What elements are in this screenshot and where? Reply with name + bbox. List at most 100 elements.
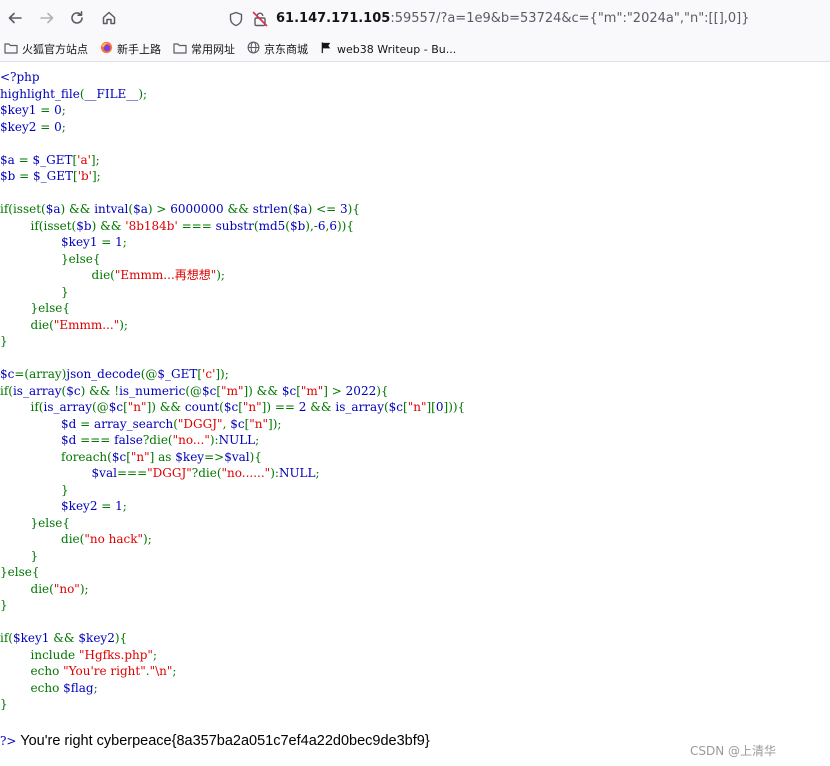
code-token: );	[119, 317, 128, 332]
code-token: =	[101, 499, 116, 513]
code-token: $c	[202, 383, 217, 398]
reload-icon	[69, 10, 85, 26]
code-token: }else{	[0, 301, 70, 315]
code-token: "DGGJ"	[177, 416, 223, 431]
code-line: $key1 = 0;	[0, 102, 830, 119]
code-token: json_decode	[66, 367, 141, 381]
code-token: die(	[0, 532, 85, 546]
bookmark-firefox-official[interactable]: 火狐官方站点	[4, 41, 88, 57]
code-line: echo $flag;	[0, 680, 830, 697]
code-token: )){	[336, 218, 354, 233]
bookmark-jd-mall[interactable]: 京东商城	[247, 41, 308, 57]
code-token: $a	[45, 202, 61, 216]
code-token: $c	[388, 400, 404, 414]
code-token: is_array	[12, 383, 62, 398]
php-source-code: <?php highlight_file(__FILE__); $key1 = 0;…	[0, 69, 830, 713]
code-line: foreach($c["n"] as $key=>$val){	[0, 449, 830, 466]
code-line: $d === false?die("no..."):NULL;	[0, 432, 830, 449]
code-token: ] >	[323, 383, 346, 398]
bookmark-getting-started[interactable]: 新手上路	[100, 41, 161, 57]
code-token: ){	[249, 449, 262, 464]
code-token: ===	[80, 433, 115, 447]
code-token: $b	[76, 218, 92, 233]
code-token: ;	[61, 103, 66, 117]
code-token: intval	[94, 202, 129, 216]
code-token: is_numeric	[119, 383, 186, 398]
code-token: ){	[114, 631, 128, 645]
code-token: 3	[340, 202, 348, 216]
back-button[interactable]	[2, 5, 28, 31]
code-token: 0	[435, 400, 444, 414]
code-token: (@	[140, 367, 158, 381]
forward-button[interactable]	[34, 5, 60, 31]
code-token: ] as	[149, 449, 176, 464]
code-token: 6	[329, 218, 337, 233]
code-line: }else{	[0, 300, 830, 317]
bookmark-common-sites[interactable]: 常用网址	[173, 41, 235, 57]
code-token: $c	[111, 449, 127, 464]
code-token: );	[138, 86, 148, 101]
code-token: }else{	[0, 251, 101, 266]
code-line: $d = array_search("DGGJ", $c["n"]);	[0, 416, 830, 433]
home-icon	[101, 10, 117, 26]
code-line: }else{	[0, 251, 830, 268]
code-token: $a	[133, 202, 148, 216]
code-token: ?die(	[142, 433, 173, 447]
code-token: =	[101, 235, 116, 249]
page-output: ?> You're right cyberpeace{8a357ba2a051c…	[0, 733, 430, 749]
code-token: ;	[315, 466, 320, 480]
code-token: "\n"	[149, 664, 173, 678]
code-token: if(	[0, 631, 13, 645]
code-token: "m"	[300, 383, 324, 398]
code-token: substr	[215, 218, 254, 233]
code-token: ;	[255, 433, 260, 447]
code-token: die(	[0, 317, 54, 332]
code-token: __FILE__	[84, 86, 139, 101]
code-token: $key	[175, 449, 205, 464]
code-token: NULL	[218, 433, 256, 447]
url-bar[interactable]: 61.147.171.105:59557/?a=1e9&b=53724&c={"…	[228, 4, 828, 33]
code-line: include "Hgfks.php";	[0, 647, 830, 664]
code-token: <?php	[0, 70, 40, 84]
code-token: =	[19, 169, 34, 183]
code-line: if(isset($b) && '8b184b' === substr(md5(…	[0, 218, 830, 235]
bookmark-label: 京东商城	[264, 43, 308, 56]
code-line: }	[0, 333, 830, 350]
code-token: ;	[172, 664, 177, 678]
insecure-lock-icon[interactable]	[252, 11, 268, 27]
shield-icon[interactable]	[228, 11, 244, 27]
code-line: die("no hack");	[0, 531, 830, 548]
code-token: ) &&	[60, 202, 95, 216]
code-line: }	[0, 284, 830, 301]
bookmarks-toolbar: 火狐官方站点 新手上路 常用网址 京东商城 web38 Writeup - Bu…	[0, 37, 830, 62]
code-token: strlen	[252, 202, 289, 216]
code-token: if(isset(	[0, 218, 77, 233]
code-token: ;	[93, 680, 98, 695]
code-token: die(	[0, 581, 54, 596]
home-button[interactable]	[96, 5, 122, 31]
code-token: $flag	[63, 680, 94, 695]
code-token: ;	[122, 235, 127, 249]
bookmark-web38-writeup[interactable]: web38 Writeup - Bu...	[320, 41, 456, 57]
code-token: ):	[209, 433, 219, 447]
code-line: $val==="DGGJ"?die("no......"):NULL;	[0, 465, 830, 482]
reload-button[interactable]	[64, 5, 90, 31]
code-token: }	[0, 284, 69, 299]
code-token: ]);	[268, 416, 282, 431]
code-token: $key2	[78, 631, 115, 645]
code-token: 2	[298, 400, 311, 414]
code-token: "m"	[221, 383, 244, 398]
bookmark-label: 常用网址	[191, 43, 235, 56]
code-token: 6000000	[170, 202, 228, 216]
code-token: false	[114, 433, 143, 447]
code-token: highlight_file	[0, 86, 80, 101]
code-token: '8b184b'	[125, 218, 182, 233]
code-token: include	[0, 647, 79, 662]
code-token: is_array	[43, 400, 93, 414]
code-token: ){	[376, 383, 389, 398]
globe-icon	[247, 41, 264, 57]
code-token: (@	[92, 400, 109, 414]
code-token: 1	[115, 499, 123, 513]
code-token: die(	[0, 268, 115, 282]
